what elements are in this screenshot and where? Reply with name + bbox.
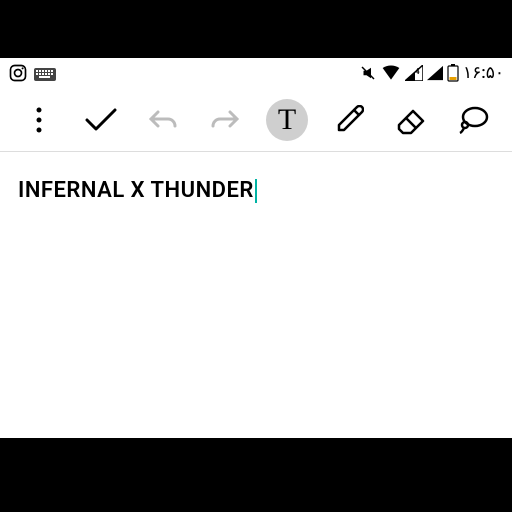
text-cursor xyxy=(255,179,257,203)
app-screen: 4 ۱۶:۵۰ T xyxy=(0,58,512,438)
signal-1-icon: 4 xyxy=(405,65,423,81)
text-tool-button[interactable]: T xyxy=(266,99,308,141)
text-editor-area[interactable]: INFERNAL X THUNDER xyxy=(0,152,512,231)
clock: ۱۶:۵۰ xyxy=(463,63,504,83)
editor-content: INFERNAL X THUNDER xyxy=(18,178,254,203)
pen-tool-button[interactable] xyxy=(328,99,370,141)
keyboard-icon xyxy=(34,65,56,81)
wifi-icon xyxy=(381,64,401,82)
text-tool-glyph: T xyxy=(278,103,296,137)
more-menu-button[interactable] xyxy=(18,99,60,141)
signal-2-icon xyxy=(427,65,443,81)
eraser-tool-button[interactable] xyxy=(390,99,432,141)
battery-low-icon xyxy=(447,64,459,82)
mute-icon xyxy=(359,64,377,82)
status-bar: 4 ۱۶:۵۰ xyxy=(0,58,512,88)
redo-button[interactable] xyxy=(204,99,246,141)
svg-text:4: 4 xyxy=(415,67,420,76)
undo-button[interactable] xyxy=(142,99,184,141)
editor-toolbar: T xyxy=(0,88,512,152)
instagram-icon xyxy=(8,63,28,83)
status-right: 4 ۱۶:۵۰ xyxy=(359,63,504,83)
lasso-tool-button[interactable] xyxy=(452,99,494,141)
status-left xyxy=(8,63,56,83)
confirm-button[interactable] xyxy=(80,99,122,141)
